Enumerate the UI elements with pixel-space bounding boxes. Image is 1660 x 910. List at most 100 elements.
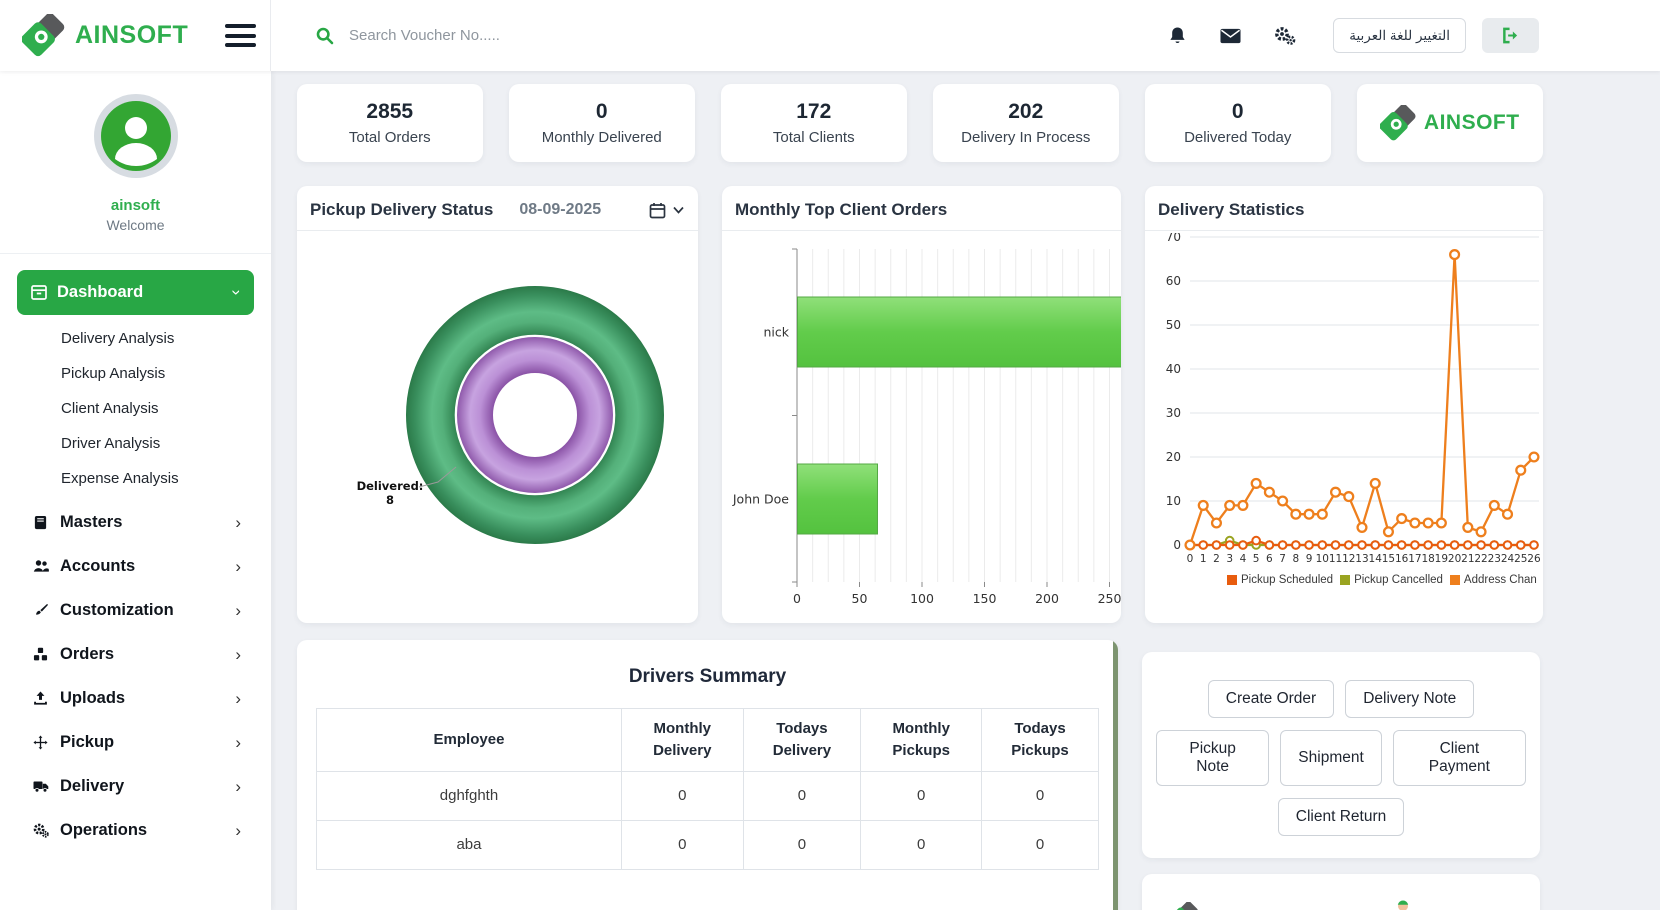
column-header: Employee xyxy=(317,709,622,772)
profile-welcome: Welcome xyxy=(0,217,271,233)
chevron-down-icon[interactable] xyxy=(673,206,684,214)
dashboard-submenu: Delivery Analysis Pickup Analysis Client… xyxy=(17,321,254,496)
users-icon xyxy=(30,559,51,573)
card-accent-strip xyxy=(1113,640,1118,910)
svg-text:70: 70 xyxy=(1166,233,1181,244)
brand-name: AINSOFT xyxy=(1424,111,1520,135)
svg-text:100: 100 xyxy=(910,591,934,606)
svg-text:8: 8 xyxy=(1292,553,1299,565)
sidebar: ainsoft Welcome Dashboard › Delivery Ana… xyxy=(0,71,271,910)
delivery-note-button[interactable]: Delivery Note xyxy=(1345,680,1474,718)
brand-logo-card: AINSOFT xyxy=(1357,84,1543,162)
logout-button[interactable] xyxy=(1482,18,1539,53)
svg-text:17: 17 xyxy=(1408,553,1421,565)
avatar xyxy=(93,93,179,179)
book-icon xyxy=(30,515,51,530)
calendar-icon[interactable] xyxy=(649,202,666,219)
svg-text:30: 30 xyxy=(1166,406,1181,420)
sidebar-item-driver-analysis[interactable]: Driver Analysis xyxy=(17,426,254,461)
search-input[interactable] xyxy=(349,27,779,44)
svg-text:nick: nick xyxy=(763,325,789,340)
sidebar-item-orders[interactable]: Orders› xyxy=(17,632,254,676)
card-title: Monthly Top Client Orders xyxy=(735,200,947,220)
sidebar-item-pickup-analysis[interactable]: Pickup Analysis xyxy=(17,356,254,391)
settings-cogs-icon[interactable] xyxy=(1274,26,1296,46)
svg-text:4: 4 xyxy=(1240,553,1247,565)
brush-icon xyxy=(30,603,51,618)
chevron-right-icon: › xyxy=(235,690,241,707)
delivery-statistics-line-chart: 7060504030201000123456789101112131415161… xyxy=(1145,233,1543,574)
sidebar-item-operations[interactable]: Operations› xyxy=(17,808,254,852)
sidebar-item-expense-analysis[interactable]: Expense Analysis xyxy=(17,461,254,496)
legend-swatch xyxy=(1340,575,1350,585)
column-header: Todays Pickups xyxy=(982,709,1099,772)
messages-envelope-icon[interactable] xyxy=(1220,28,1241,44)
voucher-search xyxy=(316,27,779,45)
svg-text:24: 24 xyxy=(1501,553,1515,565)
stat-monthly-delivered: 0 Monthly Delivered xyxy=(509,84,695,162)
quick-actions-card: Create Order Delivery Note Pickup Note S… xyxy=(1142,652,1540,858)
navbar-actions: التغيير للغة العربية xyxy=(1168,18,1660,53)
svg-text:250: 250 xyxy=(1098,591,1121,606)
pickup-note-button[interactable]: Pickup Note xyxy=(1156,730,1269,786)
sidebar-item-customization[interactable]: Customization› xyxy=(17,588,254,632)
chevron-right-icon: › xyxy=(235,514,241,531)
language-switch-button[interactable]: التغيير للغة العربية xyxy=(1333,18,1466,53)
svg-text:9: 9 xyxy=(1306,553,1313,565)
sidebar-item-dashboard[interactable]: Dashboard › xyxy=(17,270,254,315)
chevron-right-icon: › xyxy=(235,734,241,751)
svg-text:50: 50 xyxy=(1166,318,1181,332)
navbar-brand-area: AINSOFT xyxy=(0,0,271,71)
footer-brand-logo: AINSOFT xyxy=(1170,902,1283,910)
svg-text:0: 0 xyxy=(793,591,801,606)
svg-text:3: 3 xyxy=(1226,553,1233,565)
svg-text:40: 40 xyxy=(1166,362,1181,376)
sidebar-item-uploads[interactable]: Uploads› xyxy=(17,676,254,720)
stats-row: 2855 Total Orders 0 Monthly Delivered 17… xyxy=(297,84,1660,162)
svg-text:50: 50 xyxy=(852,591,868,606)
truck-icon xyxy=(30,779,51,793)
client-return-button[interactable]: Client Return xyxy=(1278,798,1404,836)
svg-text:8: 8 xyxy=(386,493,394,507)
shipment-button[interactable]: Shipment xyxy=(1280,730,1381,786)
stat-delivered-today: 0 Delivered Today xyxy=(1145,84,1331,162)
brand-name: AINSOFT xyxy=(75,21,188,50)
client-payment-button[interactable]: Client Payment xyxy=(1393,730,1526,786)
legend-label: Pickup Scheduled xyxy=(1241,574,1333,586)
svg-text:0: 0 xyxy=(1187,553,1194,565)
svg-text:10: 10 xyxy=(1316,553,1329,565)
drivers-summary-card: Drivers Summary Employee Monthly Deliver… xyxy=(297,640,1118,910)
stat-total-clients: 172 Total Clients xyxy=(721,84,907,162)
svg-text:5: 5 xyxy=(1253,553,1260,565)
svg-text:22: 22 xyxy=(1474,553,1487,565)
svg-text:18: 18 xyxy=(1421,553,1434,565)
chevron-right-icon: › xyxy=(235,822,241,839)
table-row: aba 0 0 0 0 xyxy=(317,820,1099,869)
sidebar-item-pickup[interactable]: Pickup› xyxy=(17,720,254,764)
ainsoft-logo-icon xyxy=(22,14,66,58)
svg-text:25: 25 xyxy=(1514,553,1527,565)
sidebar-item-delivery-analysis[interactable]: Delivery Analysis xyxy=(17,321,254,356)
legend-label: Address Chan xyxy=(1464,574,1537,586)
hamburger-menu-icon[interactable] xyxy=(225,24,256,47)
svg-text:12: 12 xyxy=(1342,553,1355,565)
sidebar-item-masters[interactable]: Masters› xyxy=(17,500,254,544)
ainsoft-logo-icon xyxy=(1380,105,1417,142)
create-order-button[interactable]: Create Order xyxy=(1208,680,1334,718)
svg-text:7: 7 xyxy=(1279,553,1286,565)
sidebar-item-client-analysis[interactable]: Client Analysis xyxy=(17,391,254,426)
chart-legend: Pickup Scheduled Pickup Cancelled Addres… xyxy=(1227,574,1543,586)
right-column: Create Order Delivery Note Pickup Note S… xyxy=(1142,652,1540,910)
logout-icon xyxy=(1501,27,1520,44)
svg-text:1: 1 xyxy=(1200,553,1207,565)
stat-delivery-in-process: 202 Delivery In Process xyxy=(933,84,1119,162)
date-value[interactable]: 08-09-2025 xyxy=(519,201,601,219)
sidebar-item-delivery[interactable]: Delivery› xyxy=(17,764,254,808)
drivers-summary-title: Drivers Summary xyxy=(297,666,1118,688)
notifications-bell-icon[interactable] xyxy=(1168,26,1187,46)
svg-text:19: 19 xyxy=(1435,553,1448,565)
user-profile: ainsoft Welcome xyxy=(0,71,271,233)
brand-name: AINSOFT xyxy=(1205,907,1283,910)
sidebar-item-accounts[interactable]: Accounts› xyxy=(17,544,254,588)
divider xyxy=(1145,230,1543,231)
